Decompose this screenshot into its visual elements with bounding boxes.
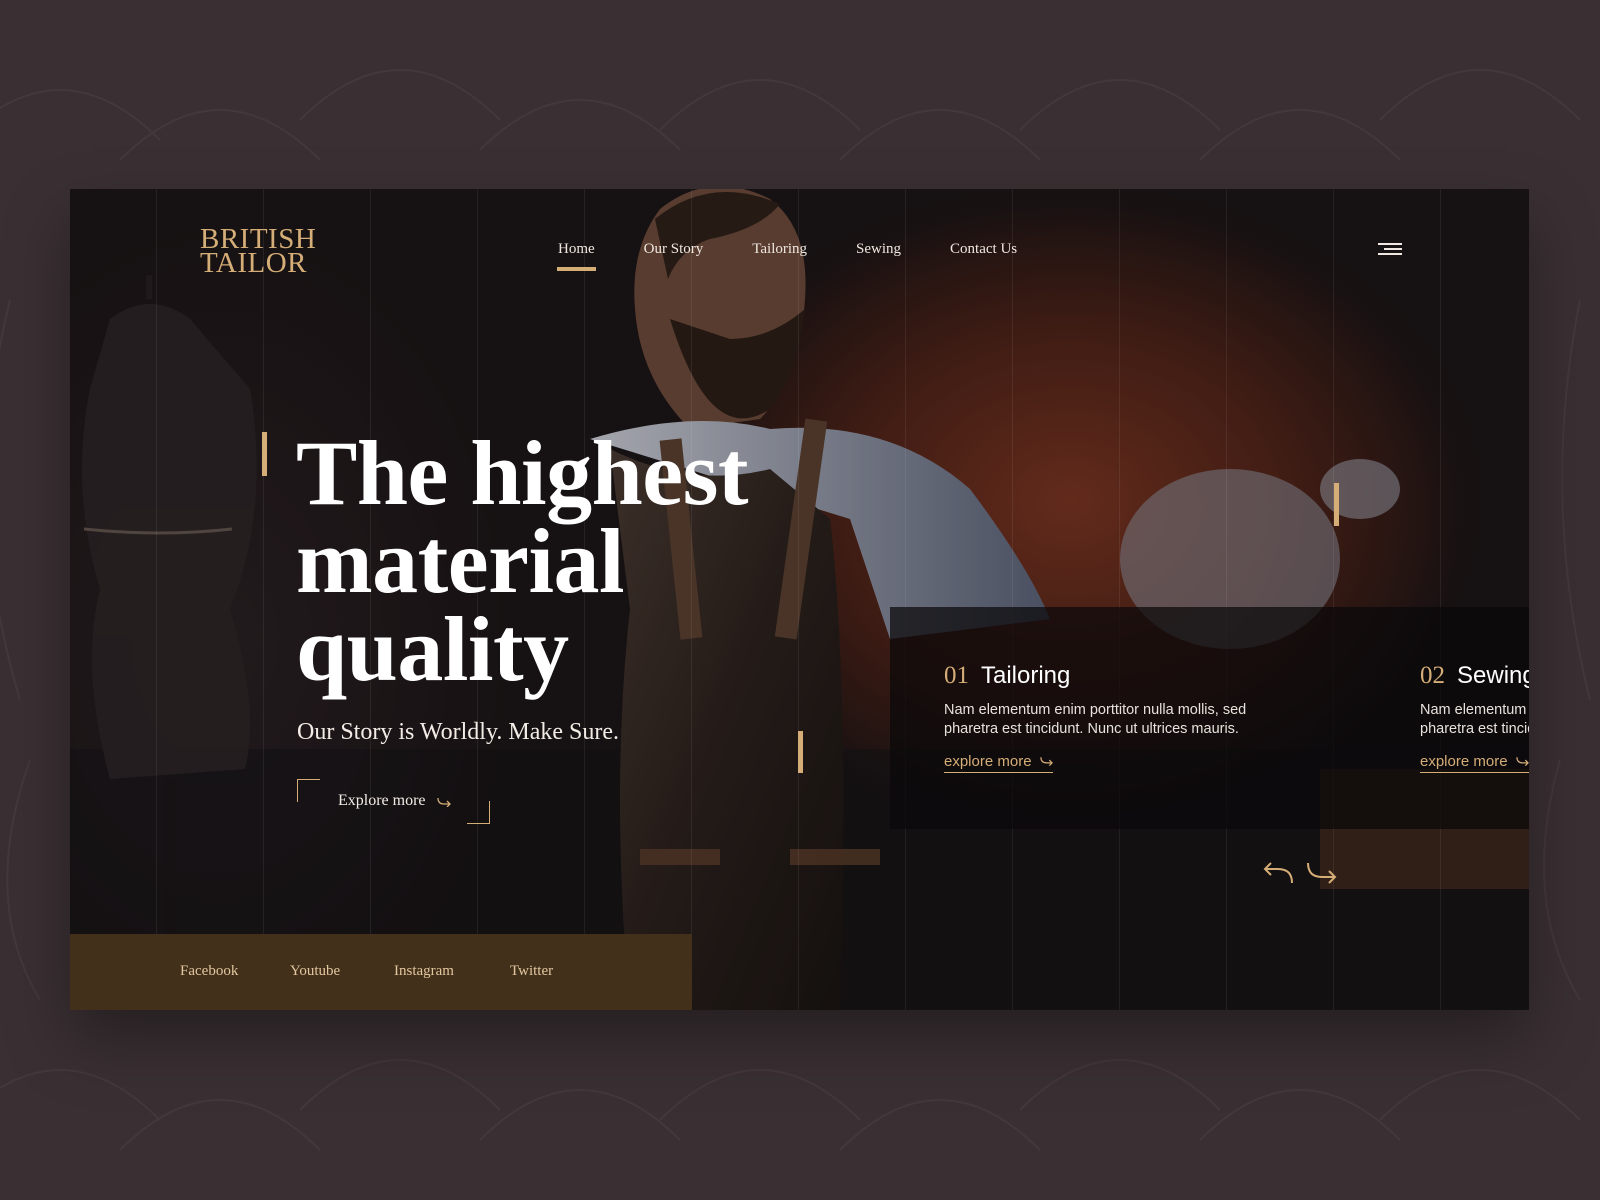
headline-line-2: material bbox=[296, 510, 625, 612]
service-description: Nam elementum enim porttitor nulla molli… bbox=[1420, 702, 1529, 737]
logo-line-2: TAILOR bbox=[200, 247, 307, 279]
slider-prev-button[interactable] bbox=[1262, 861, 1294, 885]
nav-item-contact-us[interactable]: Contact Us bbox=[950, 241, 1017, 258]
nav-item-our-story[interactable]: Our Story bbox=[644, 241, 704, 258]
service-card-sewing: 02 Sewing Nam elementum enim porttitor n… bbox=[1420, 662, 1529, 773]
hero-accent-bar bbox=[262, 432, 267, 476]
grid-line bbox=[1226, 189, 1227, 1010]
service-card-tailoring: 01 Tailoring Nam elementum enim porttito… bbox=[944, 662, 1274, 773]
accent-bar-center bbox=[798, 731, 803, 773]
grid-line bbox=[263, 189, 264, 1010]
grid-line bbox=[1012, 189, 1013, 1010]
curved-arrow-icon bbox=[1040, 757, 1053, 767]
grid-line bbox=[1119, 189, 1120, 1010]
headline-line-1: The highest bbox=[296, 422, 749, 524]
service-number: 02 bbox=[1420, 662, 1445, 689]
slider-next-button[interactable] bbox=[1306, 861, 1338, 885]
social-link-twitter[interactable]: Twitter bbox=[510, 963, 553, 980]
grid-line bbox=[156, 189, 157, 1010]
curved-arrow-icon bbox=[1516, 757, 1529, 767]
social-link-instagram[interactable]: Instagram bbox=[394, 963, 454, 980]
service-link-label: explore more bbox=[944, 753, 1032, 770]
arrow-next-icon bbox=[1307, 862, 1337, 884]
grid-line bbox=[905, 189, 906, 1010]
hamburger-menu-icon[interactable] bbox=[1378, 243, 1402, 257]
explore-more-label: Explore more bbox=[338, 792, 426, 809]
headline-line-3: quality bbox=[296, 598, 569, 700]
curved-arrow-icon bbox=[437, 797, 451, 807]
nav-item-home[interactable]: Home bbox=[557, 241, 596, 271]
service-title: Sewing bbox=[1457, 662, 1529, 689]
grid-line bbox=[1440, 189, 1441, 1010]
service-title: Tailoring bbox=[981, 662, 1071, 689]
social-bar: Facebook Youtube Instagram Twitter bbox=[70, 934, 692, 1010]
nav-item-tailoring[interactable]: Tailoring bbox=[752, 241, 807, 258]
brand-logo[interactable]: BRITISH TAILOR bbox=[200, 225, 316, 279]
hero-frame: BRITISH TAILOR Home Our Story Tailoring … bbox=[70, 189, 1529, 1010]
service-link-label: explore more bbox=[1420, 753, 1508, 770]
hero-headline: The highest material quality bbox=[296, 422, 856, 700]
explore-more-button[interactable]: Explore more bbox=[297, 779, 490, 824]
service-explore-link[interactable]: explore more bbox=[1420, 753, 1529, 773]
grid-line bbox=[1333, 189, 1334, 1010]
arrow-prev-icon bbox=[1263, 862, 1293, 884]
accent-bar-right bbox=[1334, 483, 1339, 526]
social-link-youtube[interactable]: Youtube bbox=[290, 963, 340, 980]
corner-bracket-icon bbox=[467, 801, 490, 824]
main-nav: Home Our Story Tailoring Sewing Contact … bbox=[557, 241, 1066, 271]
corner-bracket-icon bbox=[297, 779, 320, 802]
service-number: 01 bbox=[944, 662, 969, 689]
service-explore-link[interactable]: explore more bbox=[944, 753, 1053, 773]
nav-item-sewing[interactable]: Sewing bbox=[856, 241, 901, 258]
service-description: Nam elementum enim porttitor nulla molli… bbox=[944, 702, 1247, 737]
hero-subline: Our Story is Worldly. Make Sure. bbox=[297, 719, 620, 745]
social-link-facebook[interactable]: Facebook bbox=[180, 963, 238, 980]
